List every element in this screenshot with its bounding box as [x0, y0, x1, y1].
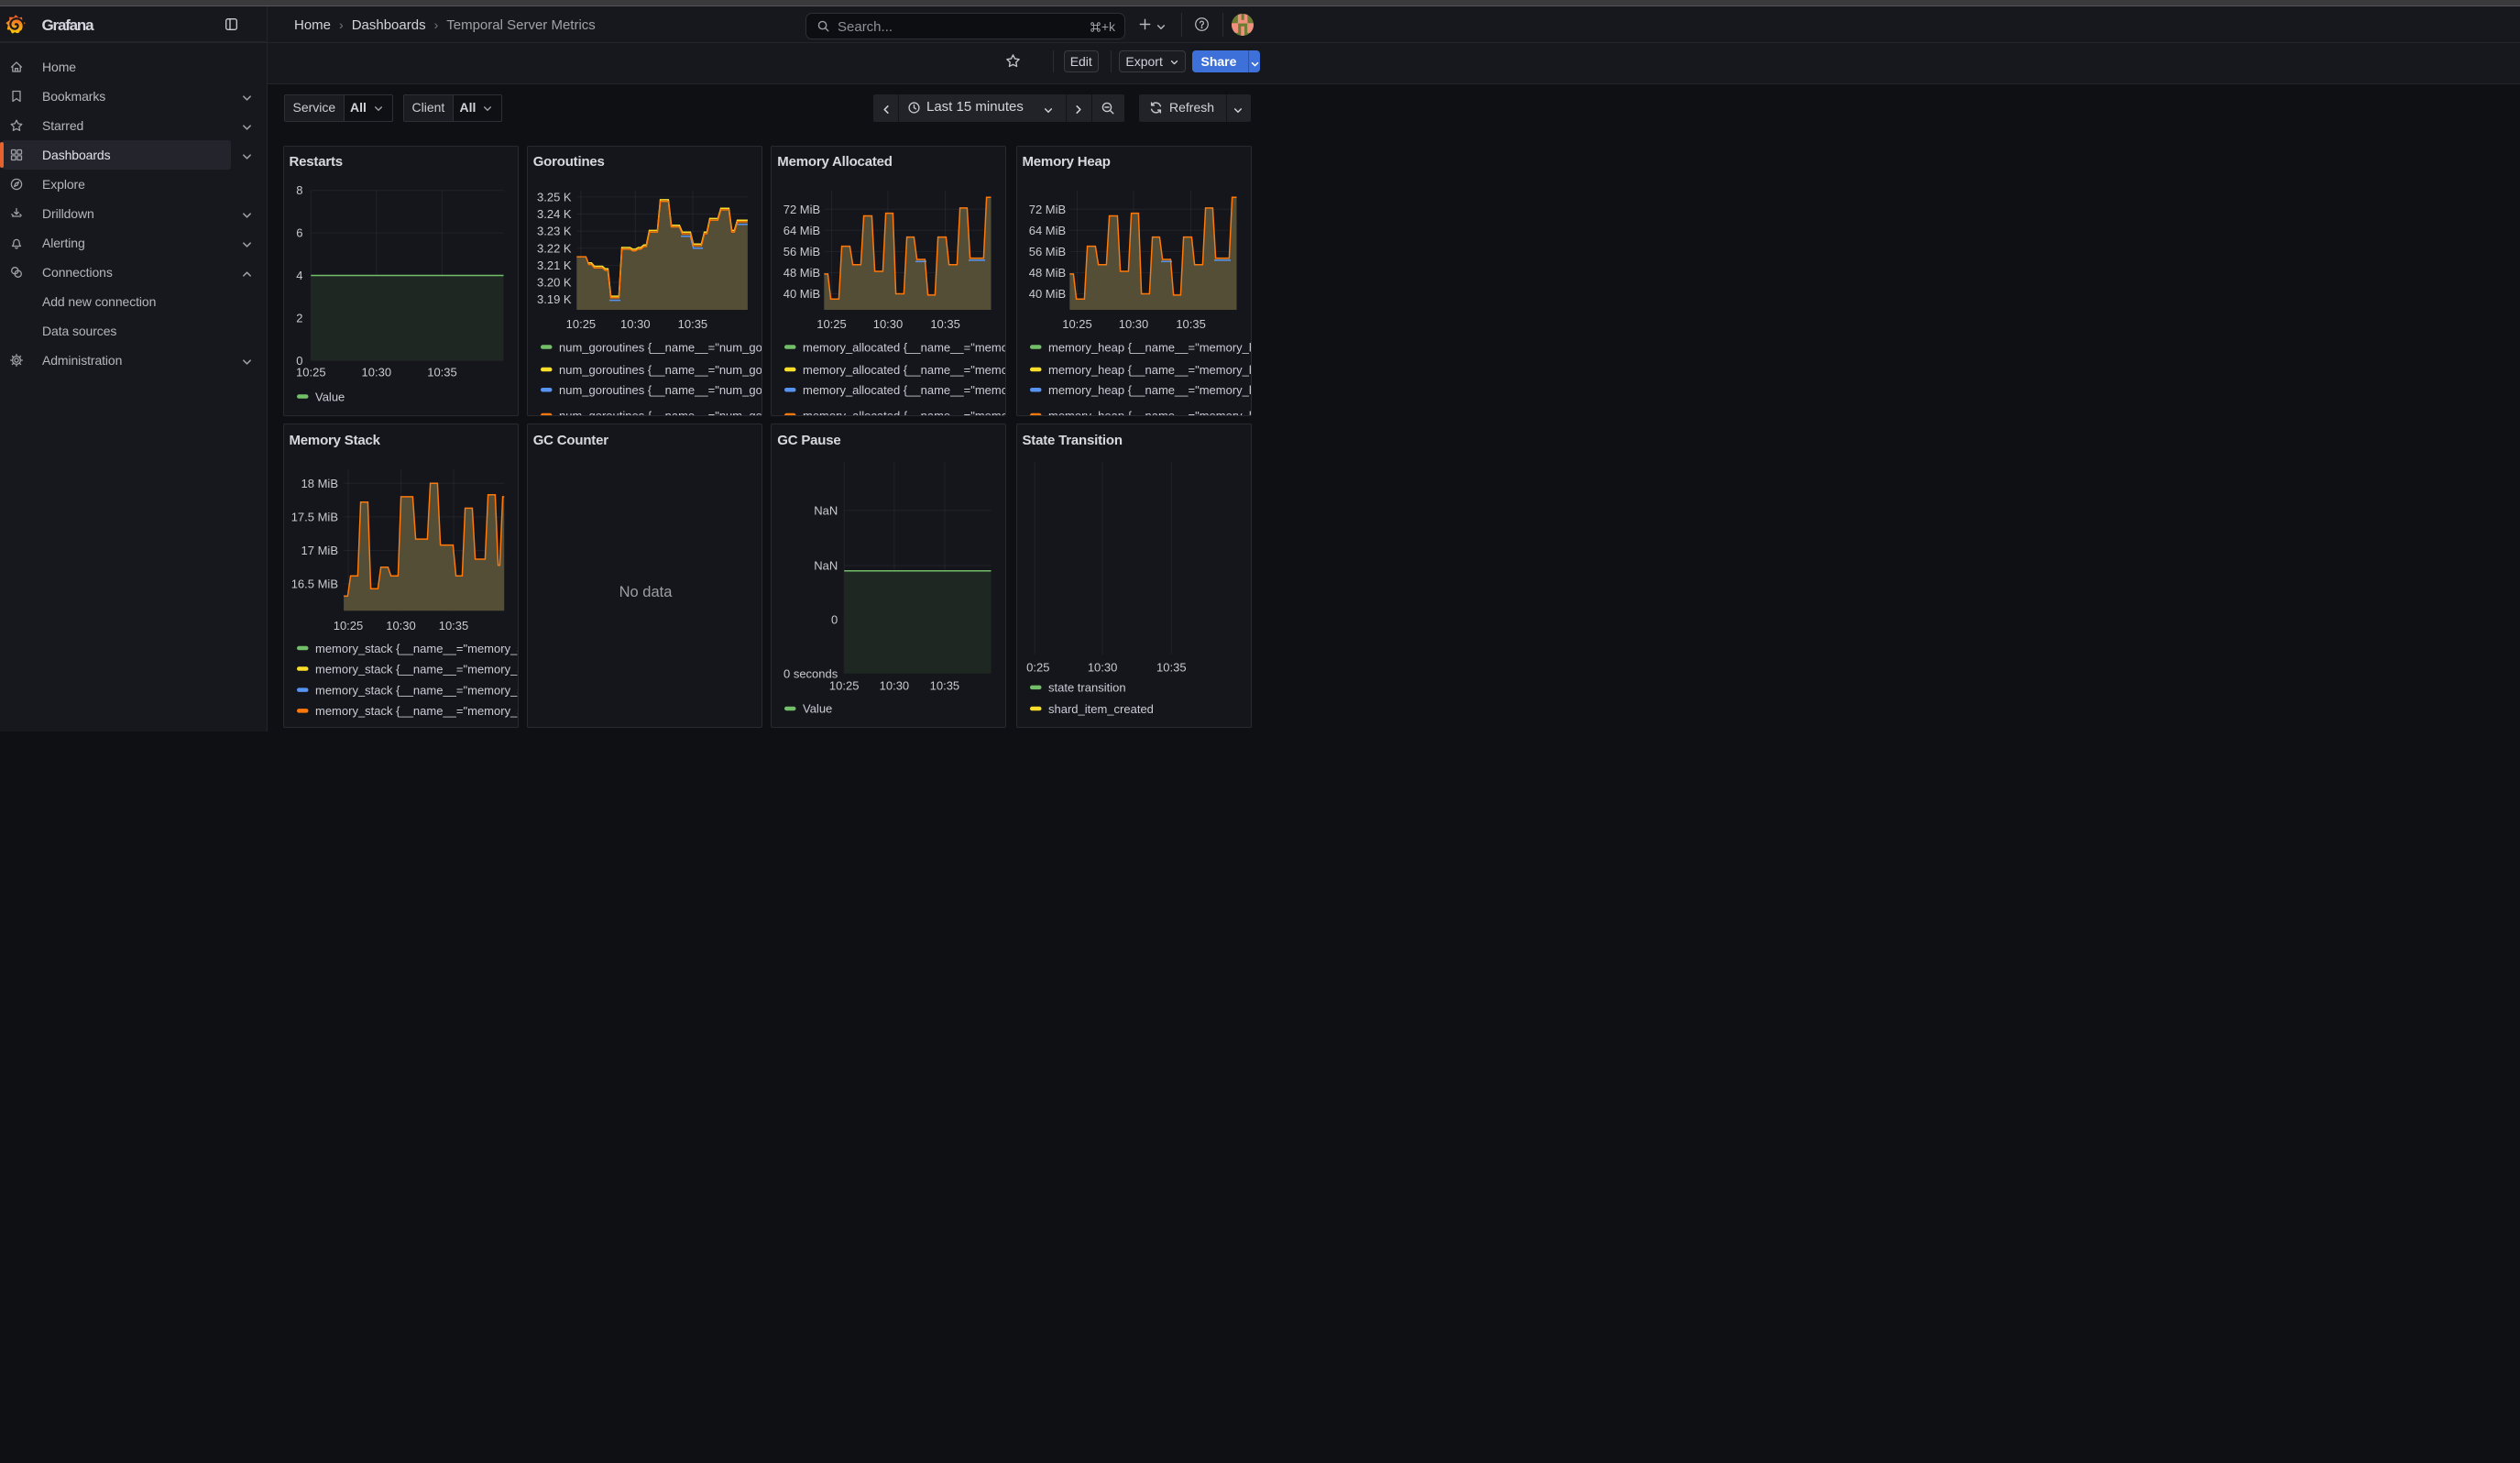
svg-text:3.21 K: 3.21 K — [537, 258, 572, 271]
svg-text:4: 4 — [296, 269, 302, 282]
svg-text:memory_allocated {__name__="me: memory_allocated {__name__="memo — [803, 383, 1006, 397]
svg-text:16.5 MiB: 16.5 MiB — [290, 578, 337, 591]
svg-text:10:25: 10:25 — [296, 365, 326, 379]
svg-text:10:30: 10:30 — [1118, 316, 1148, 330]
svg-text:memory_heap {__name__="memory_: memory_heap {__name__="memory_h — [1048, 383, 1252, 397]
svg-text:memory_allocated {__name__="me: memory_allocated {__name__="memo — [803, 340, 1006, 354]
svg-text:Value: Value — [315, 390, 345, 403]
svg-text:10:25: 10:25 — [817, 316, 848, 330]
svg-text:40 MiB: 40 MiB — [783, 287, 820, 301]
svg-text:num_goroutines {__name__="num_: num_goroutines {__name__="num_go — [559, 408, 762, 415]
svg-text:48 MiB: 48 MiB — [1028, 265, 1065, 279]
svg-text:memory_allocated {__name__="me: memory_allocated {__name__="memo — [803, 362, 1006, 376]
svg-text:10:25: 10:25 — [829, 679, 860, 693]
svg-text:18 MiB: 18 MiB — [301, 477, 337, 490]
svg-text:10:30: 10:30 — [361, 365, 391, 379]
svg-text:10:25: 10:25 — [1019, 660, 1049, 674]
svg-text:10:25: 10:25 — [333, 619, 363, 632]
svg-text:72 MiB: 72 MiB — [783, 202, 820, 215]
svg-text:40 MiB: 40 MiB — [1028, 287, 1065, 301]
svg-text:10:25: 10:25 — [565, 316, 596, 330]
svg-text:10:30: 10:30 — [386, 619, 416, 632]
svg-text:3.19 K: 3.19 K — [537, 292, 572, 306]
svg-text:56 MiB: 56 MiB — [1028, 244, 1065, 258]
svg-text:NaN: NaN — [815, 503, 838, 517]
svg-text:Value: Value — [803, 702, 832, 716]
svg-text:10:25: 10:25 — [1062, 316, 1092, 330]
svg-text:No data: No data — [619, 584, 673, 600]
svg-text:10:35: 10:35 — [930, 679, 960, 693]
svg-text:10:30: 10:30 — [1087, 660, 1117, 674]
svg-text:10:35: 10:35 — [438, 619, 468, 632]
svg-text:num_goroutines {__name__="num_: num_goroutines {__name__="num_go — [559, 340, 762, 354]
svg-text:64 MiB: 64 MiB — [783, 223, 820, 236]
svg-text:17.5 MiB: 17.5 MiB — [290, 510, 337, 523]
svg-text:memory_stack {__name__="memory: memory_stack {__name__="memory_s — [315, 683, 519, 697]
svg-text:10:35: 10:35 — [931, 316, 961, 330]
svg-text:state transition: state transition — [1048, 681, 1126, 695]
svg-text:10:30: 10:30 — [620, 316, 651, 330]
svg-text:72 MiB: 72 MiB — [1028, 202, 1065, 215]
svg-text:3.25 K: 3.25 K — [537, 190, 572, 204]
svg-text:0: 0 — [831, 612, 838, 626]
svg-text:num_goroutines {__name__="num_: num_goroutines {__name__="num_go — [559, 362, 762, 376]
svg-text:memory_heap {__name__="memory_: memory_heap {__name__="memory_h — [1048, 408, 1252, 415]
svg-text:8: 8 — [296, 183, 302, 197]
svg-text:memory_stack {__name__="memory: memory_stack {__name__="memory_s — [315, 662, 519, 676]
svg-text:10:35: 10:35 — [427, 365, 457, 379]
svg-text:48 MiB: 48 MiB — [783, 265, 820, 279]
svg-text:memory_heap {__name__="memory_: memory_heap {__name__="memory_h — [1048, 340, 1252, 354]
svg-text:64 MiB: 64 MiB — [1028, 223, 1065, 236]
svg-text:NaN: NaN — [815, 559, 838, 573]
svg-text:3.22 K: 3.22 K — [537, 241, 572, 255]
svg-text:10:35: 10:35 — [1156, 660, 1187, 674]
svg-text:memory_stack {__name__="memory: memory_stack {__name__="memory_s — [315, 642, 519, 655]
svg-text:num_goroutines {__name__="num_: num_goroutines {__name__="num_go — [559, 383, 762, 397]
svg-text:17 MiB: 17 MiB — [301, 544, 337, 557]
svg-text:10:30: 10:30 — [880, 679, 910, 693]
svg-text:memory_heap {__name__="memory_: memory_heap {__name__="memory_h — [1048, 362, 1252, 376]
svg-text:memory_allocated {__name__="me: memory_allocated {__name__="memo — [803, 408, 1006, 415]
svg-text:10:30: 10:30 — [873, 316, 904, 330]
svg-text:2: 2 — [296, 311, 302, 324]
svg-text:3.20 K: 3.20 K — [537, 275, 572, 289]
svg-text:shard_item_created: shard_item_created — [1048, 702, 1154, 716]
svg-text:3.23 K: 3.23 K — [537, 224, 572, 237]
svg-text:56 MiB: 56 MiB — [783, 244, 820, 258]
svg-text:3.24 K: 3.24 K — [537, 207, 572, 221]
svg-text:10:35: 10:35 — [1176, 316, 1206, 330]
svg-text:10:35: 10:35 — [677, 316, 707, 330]
svg-text:6: 6 — [296, 226, 302, 239]
svg-text:memory_stack {__name__="memory: memory_stack {__name__="memory_s — [315, 704, 519, 718]
